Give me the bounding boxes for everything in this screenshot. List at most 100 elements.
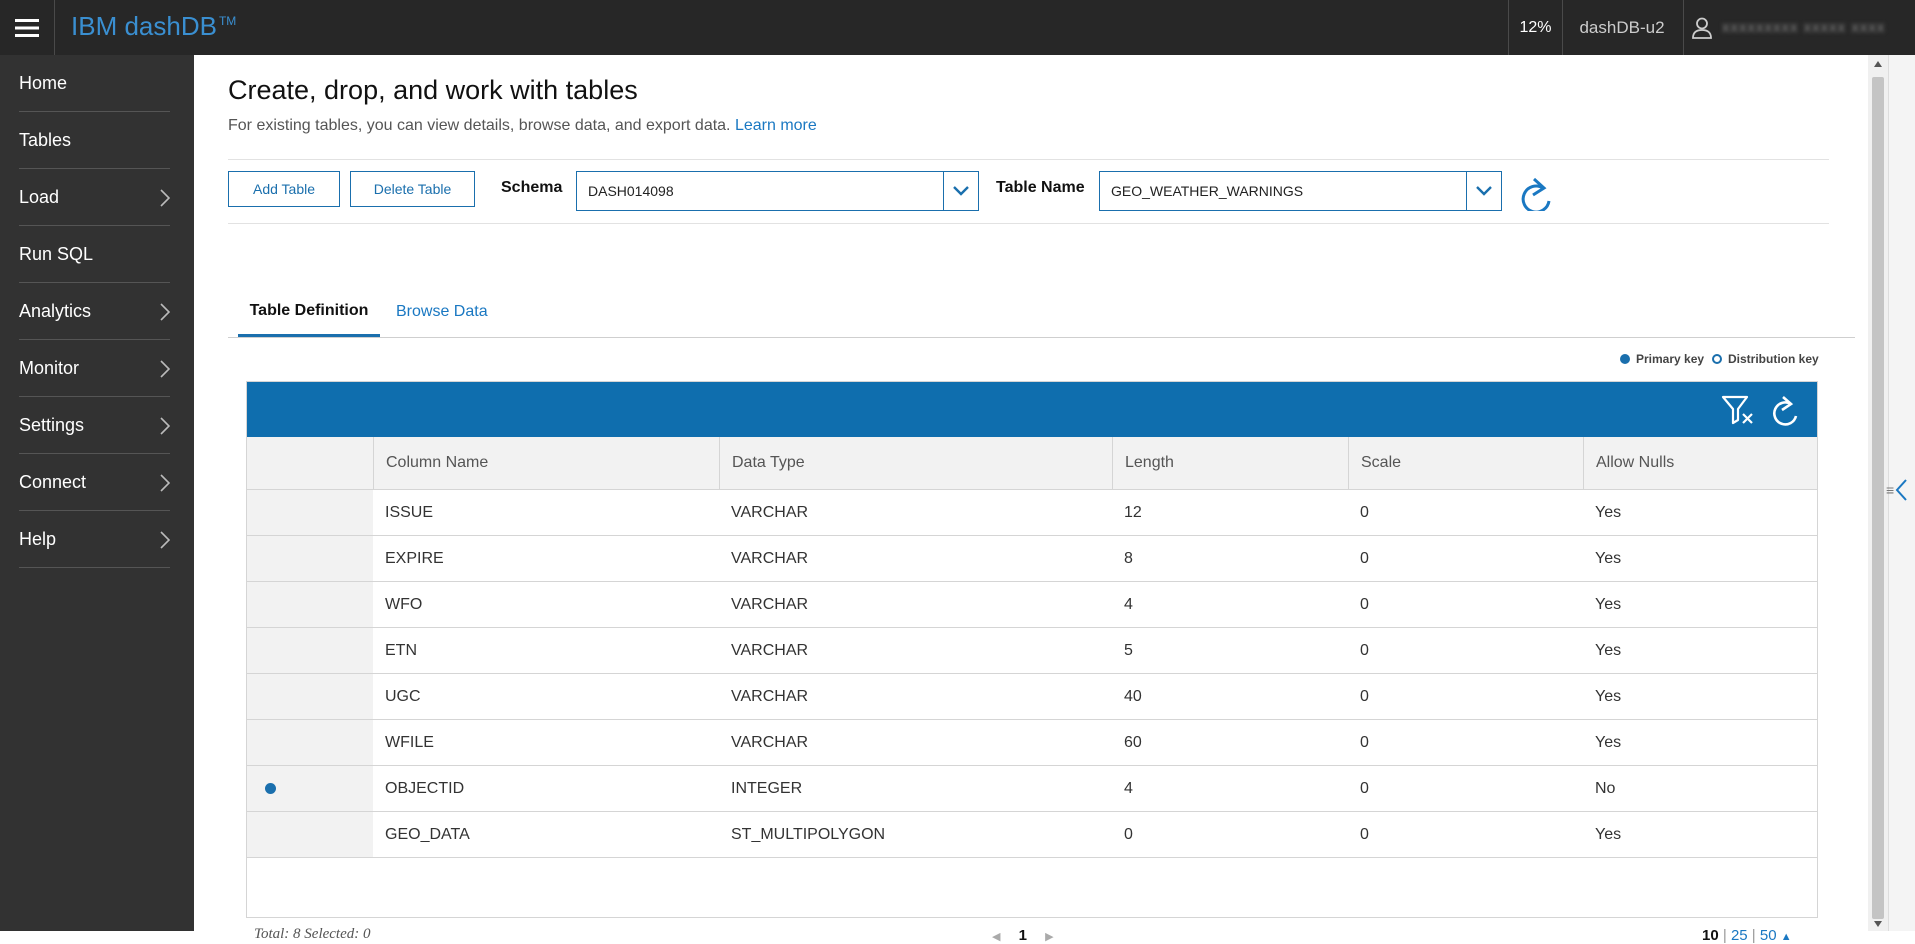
column-header[interactable]: Length (1112, 437, 1348, 489)
row-key-cell (247, 582, 373, 627)
row-key-cell (247, 720, 373, 765)
usage-indicator: 12% (1508, 0, 1563, 55)
top-bar: IBM dashDB TM 12% dashDB-u2 xxxxxxxxx xxx… (0, 0, 1915, 55)
sidebar-item-run-sql[interactable]: Run SQL (0, 226, 170, 283)
cell-type: INTEGER (731, 779, 803, 797)
scroll-down-icon[interactable] (1868, 917, 1888, 931)
cell-name: GEO_DATA (385, 825, 470, 843)
schema-label: Schema (501, 179, 563, 196)
panel-grip-icon[interactable]: ≡ (1886, 482, 1894, 498)
brand-trademark: TM (218, 14, 237, 29)
menu-button[interactable] (0, 0, 55, 55)
grid-refresh-button[interactable] (1769, 391, 1803, 427)
primary-key-icon (1620, 354, 1630, 364)
sidebar-item-connect[interactable]: Connect (0, 454, 170, 511)
schema-dropdown-button[interactable] (943, 172, 978, 210)
page-size-option[interactable]: 50 (1760, 927, 1777, 944)
sidebar-item-label: Help (19, 529, 57, 549)
sidebar: Home Tables Load Run SQL Analytics Monit… (0, 55, 194, 931)
cell-scale: 0 (1360, 503, 1369, 521)
legend-primary-key: Primary key (1620, 352, 1704, 366)
prev-page-icon[interactable]: ◀ (992, 931, 1000, 943)
table-name-dropdown-button[interactable] (1466, 172, 1501, 210)
cell-name: WFILE (385, 733, 434, 751)
sidebar-item-help[interactable]: Help (0, 511, 170, 568)
refresh-tables-button[interactable] (1520, 169, 1554, 211)
page-size-option[interactable]: 10 (1702, 927, 1719, 944)
grid-total: Total: 8 Selected: 0 (254, 926, 371, 942)
table-row[interactable]: WFILE VARCHAR 60 0 Yes (247, 720, 1817, 766)
scroll-up-icon[interactable] (1868, 57, 1888, 71)
cell-nulls: Yes (1595, 687, 1622, 705)
column-header[interactable]: Allow Nulls (1583, 437, 1817, 489)
side-panel-collapsed: ≡ (1886, 55, 1915, 931)
tab-browse-data[interactable]: Browse Data (396, 287, 488, 337)
column-header[interactable]: Scale (1348, 437, 1583, 489)
learn-more-link[interactable]: Learn more (735, 117, 817, 134)
table-row[interactable]: OBJECTID INTEGER 4 0 No (247, 766, 1817, 812)
delete-table-button[interactable]: Delete Table (350, 171, 475, 207)
cell-name: EXPIRE (385, 549, 444, 567)
cell-length: 5 (1124, 641, 1133, 659)
add-table-button[interactable]: Add Table (228, 171, 340, 207)
primary-key-icon (265, 783, 276, 794)
sidebar-item-monitor[interactable]: Monitor (0, 340, 170, 397)
sidebar-item-label: Analytics (19, 301, 92, 321)
distribution-key-icon (1712, 354, 1722, 364)
page-subtitle: For existing tables, you can view detail… (228, 117, 817, 135)
page-title: Create, drop, and work with tables (228, 75, 638, 105)
chevron-right-icon (160, 360, 170, 378)
sidebar-item-analytics[interactable]: Analytics (0, 283, 170, 340)
row-key-cell (247, 674, 373, 719)
row-key-cell (247, 490, 373, 535)
chevron-left-icon[interactable] (1895, 479, 1907, 501)
chevron-down-icon (953, 186, 969, 196)
table-name-select[interactable]: GEO_WEATHER_WARNINGS (1099, 171, 1502, 211)
sidebar-item-label: Load (19, 187, 60, 207)
vertical-scrollbar[interactable] (1868, 55, 1888, 931)
cell-type: VARCHAR (731, 549, 809, 567)
page-number[interactable]: 1 (1019, 927, 1027, 944)
next-page-icon[interactable]: ▶ (1045, 931, 1053, 943)
sidebar-item-home[interactable]: Home (0, 55, 170, 112)
filter-button[interactable] (1719, 391, 1755, 427)
tab-table-definition[interactable]: Table Definition (238, 287, 380, 337)
brand-name: IBM dashDB (71, 11, 217, 41)
sort-arrow-icon: ▲ (1780, 931, 1792, 943)
cell-type: VARCHAR (731, 687, 809, 705)
cell-length: 4 (1124, 779, 1133, 797)
sidebar-item-label: Run SQL (19, 244, 94, 264)
table-row[interactable]: EXPIRE VARCHAR 8 0 Yes (247, 536, 1817, 582)
cell-scale: 0 (1360, 549, 1369, 567)
table-row[interactable]: ETN VARCHAR 5 0 Yes (247, 628, 1817, 674)
schema-value: DASH014098 (588, 183, 674, 199)
grid-header: Column Name Data Type Length Scale Allow… (247, 437, 1817, 490)
cell-scale: 0 (1360, 779, 1369, 797)
table-row[interactable]: GEO_DATA ST_MULTIPOLYGON 0 0 Yes (247, 812, 1817, 858)
row-key-cell (247, 812, 373, 857)
sidebar-item-label: Monitor (19, 358, 80, 378)
scrollbar-thumb[interactable] (1872, 77, 1884, 919)
column-header[interactable]: Data Type (719, 437, 1112, 489)
column-header[interactable]: Column Name (373, 437, 719, 489)
legend-label: Distribution key (1728, 352, 1819, 366)
table-row[interactable]: ISSUE VARCHAR 12 0 Yes (247, 490, 1817, 536)
cell-type: VARCHAR (731, 503, 809, 521)
cell-name: WFO (385, 595, 423, 613)
cell-length: 12 (1124, 503, 1142, 521)
sidebar-item-label: Settings (19, 415, 85, 435)
schema-select[interactable]: DASH014098 (576, 171, 979, 211)
table-row[interactable]: WFO VARCHAR 4 0 Yes (247, 582, 1817, 628)
sidebar-item-tables[interactable]: Tables (0, 112, 170, 169)
page-size-option[interactable]: 25 (1731, 927, 1748, 944)
brand-logo[interactable]: IBM dashDB TM (71, 11, 236, 42)
main-content: Create, drop, and work with tables For e… (194, 55, 1868, 944)
table-row[interactable]: UGC VARCHAR 40 0 Yes (247, 674, 1817, 720)
cell-type: VARCHAR (731, 595, 809, 613)
instance-name[interactable]: dashDB-u2 (1561, 0, 1684, 55)
sidebar-item-settings[interactable]: Settings (0, 397, 170, 454)
subtitle-text: For existing tables, you can view detail… (228, 117, 731, 134)
cell-length: 60 (1124, 733, 1142, 751)
sidebar-item-load[interactable]: Load (0, 169, 170, 226)
user-menu[interactable]: xxxxxxxxx xxxxx xxxx (1684, 0, 1915, 55)
